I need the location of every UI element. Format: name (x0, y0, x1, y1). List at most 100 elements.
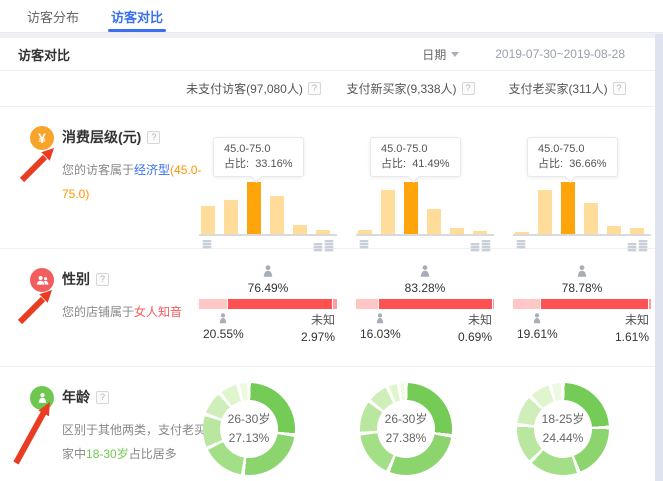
chevron-down-icon (451, 52, 459, 57)
age-range-link: 18-30岁 (86, 447, 129, 461)
consumption-label-block: ¥ 消费层级(元) ? 您的访客属于经济型(45.0-75.0) (0, 107, 185, 253)
bar-chart (356, 184, 494, 236)
bar (607, 226, 621, 234)
bar (538, 190, 552, 234)
bar (358, 230, 372, 234)
male-segment (199, 299, 227, 309)
chart-tooltip: 45.0-75.0 占比: 33.16% (213, 137, 304, 177)
gender-chart-old-buyers[interactable]: 78.78% 19.61% 未知 1.61% (499, 249, 655, 366)
female-icon (574, 264, 590, 280)
gender-label-block: 性别 ? 您的店铺属于女人知音 (0, 249, 185, 366)
donut-chart: 26-30岁 27.38% (360, 383, 452, 475)
help-icon[interactable]: ? (96, 391, 109, 404)
help-icon[interactable]: ? (147, 131, 160, 144)
donut-chart: 18-25岁 24.44% (517, 383, 609, 475)
bar (247, 182, 261, 234)
male-icon (530, 312, 544, 326)
column-header-new-buyers: 支付新买家(9,338人) ? (342, 80, 499, 97)
column-header-unpaid: 未支付访客(97,080人) ? (185, 80, 342, 97)
female-segment (379, 299, 492, 309)
row-consumption-level: ¥ 消费层级(元) ? 您的访客属于经济型(45.0-75.0) 45.0-75… (0, 107, 655, 249)
people-icon (30, 268, 54, 292)
bar (450, 228, 464, 234)
age-label-block: 年龄 ? 区别于其他两类，支付老买家中18-30岁占比居多 (0, 367, 185, 479)
female-icon (260, 264, 276, 280)
bar (316, 230, 330, 234)
female-percentage: 78.78% (562, 281, 603, 295)
male-icon (373, 312, 387, 326)
date-dropdown[interactable]: 日期 (422, 46, 459, 63)
age-description: 区别于其他两类，支付老买家中18-30岁占比居多 (62, 418, 212, 466)
gender-chart-new-buyers[interactable]: 83.28% 16.03% 未知 0.69% (342, 249, 499, 366)
unknown-percentage: 0.69% (458, 329, 492, 346)
donut-chart: 26-30岁 27.13% (203, 383, 295, 475)
male-segment (513, 299, 540, 309)
chart-tooltip: 45.0-75.0 占比: 36.66% (527, 137, 618, 177)
bar (201, 206, 215, 234)
tab-visitor-compare[interactable]: 访客对比 (111, 0, 163, 32)
row-title-consumption: 消费层级(元) (62, 127, 141, 147)
unknown-segment (493, 299, 494, 309)
yen-icon: ¥ (30, 126, 54, 150)
age-chart-old-buyers[interactable]: 18-25岁 24.44% (499, 367, 655, 479)
consumption-chart-new-buyers[interactable]: 45.0-75.0 占比: 41.49% (342, 107, 499, 253)
visitor-compare-card: 访客对比 日期 2019-07-30~2019-08-28 未支付访客(97,0… (0, 38, 655, 481)
bar-chart (513, 184, 651, 236)
male-percentage: 19.61% (517, 327, 558, 341)
card-title: 访客对比 (18, 45, 70, 64)
female-icon (417, 264, 433, 280)
help-icon[interactable]: ? (613, 82, 626, 95)
person-icon (30, 386, 54, 410)
bar (561, 182, 575, 234)
male-percentage: 16.03% (360, 327, 401, 341)
donut-center-label: 26-30岁 27.13% (220, 400, 278, 458)
age-chart-new-buyers[interactable]: 26-30岁 27.38% (342, 367, 499, 479)
gender-description: 您的店铺属于女人知音 (62, 300, 177, 324)
bar (224, 200, 238, 234)
help-icon[interactable]: ? (308, 82, 321, 95)
male-segment (356, 299, 378, 309)
female-percentage: 83.28% (405, 281, 446, 295)
gender-type-link: 女人知音 (134, 305, 182, 319)
bar (473, 231, 487, 234)
bar (293, 225, 307, 234)
donut-center-label: 26-30岁 27.38% (377, 400, 435, 458)
consumption-chart-old-buyers[interactable]: 45.0-75.0 占比: 36.66% (499, 107, 655, 253)
gender-chart-unpaid[interactable]: 76.49% 20.55% 未知 2.97% (185, 249, 342, 366)
date-range-value[interactable]: 2019-07-30~2019-08-28 (495, 47, 625, 61)
help-icon[interactable]: ? (462, 82, 475, 95)
chart-tooltip: 45.0-75.0 占比: 41.49% (370, 137, 461, 177)
donut-center-label: 18-25岁 24.44% (534, 400, 592, 458)
unknown-percentage: 1.61% (615, 329, 649, 346)
row-age: 年龄 ? 区别于其他两类，支付老买家中18-30岁占比居多 26-30岁 27.… (0, 367, 655, 479)
row-gender: 性别 ? 您的店铺属于女人知音 76.49% (0, 249, 655, 367)
tab-bar: 访客分布 访客对比 (0, 0, 663, 33)
column-headers: 未支付访客(97,080人) ? 支付新买家(9,338人) ? 支付老买家(3… (0, 71, 655, 107)
gender-stacked-bar (199, 299, 337, 309)
bar (270, 196, 284, 234)
bar (584, 203, 598, 234)
help-icon[interactable]: ? (96, 273, 109, 286)
bar (404, 182, 418, 234)
gender-stacked-bar (513, 299, 651, 309)
female-percentage: 76.49% (248, 281, 289, 295)
row-title-gender: 性别 (62, 269, 90, 289)
unknown-segment (333, 299, 337, 309)
unknown-label: 未知 (301, 312, 335, 329)
tab-visitor-distribution[interactable]: 访客分布 (27, 0, 79, 32)
consumption-type-link: 经济型 (134, 163, 170, 177)
male-icon (216, 312, 230, 326)
female-segment (228, 299, 332, 309)
bar (381, 190, 395, 234)
bar (427, 209, 441, 234)
unknown-segment (649, 299, 651, 309)
card-header: 访客对比 日期 2019-07-30~2019-08-28 (0, 38, 655, 71)
column-header-old-buyers: 支付老买家(311人) ? (499, 80, 655, 97)
date-dropdown-label: 日期 (422, 46, 446, 63)
bar-chart (199, 184, 337, 236)
unknown-label: 未知 (615, 312, 649, 329)
male-percentage: 20.55% (203, 327, 244, 341)
unknown-percentage: 2.97% (301, 329, 335, 346)
unknown-label: 未知 (458, 312, 492, 329)
page-background-strip (655, 34, 663, 481)
